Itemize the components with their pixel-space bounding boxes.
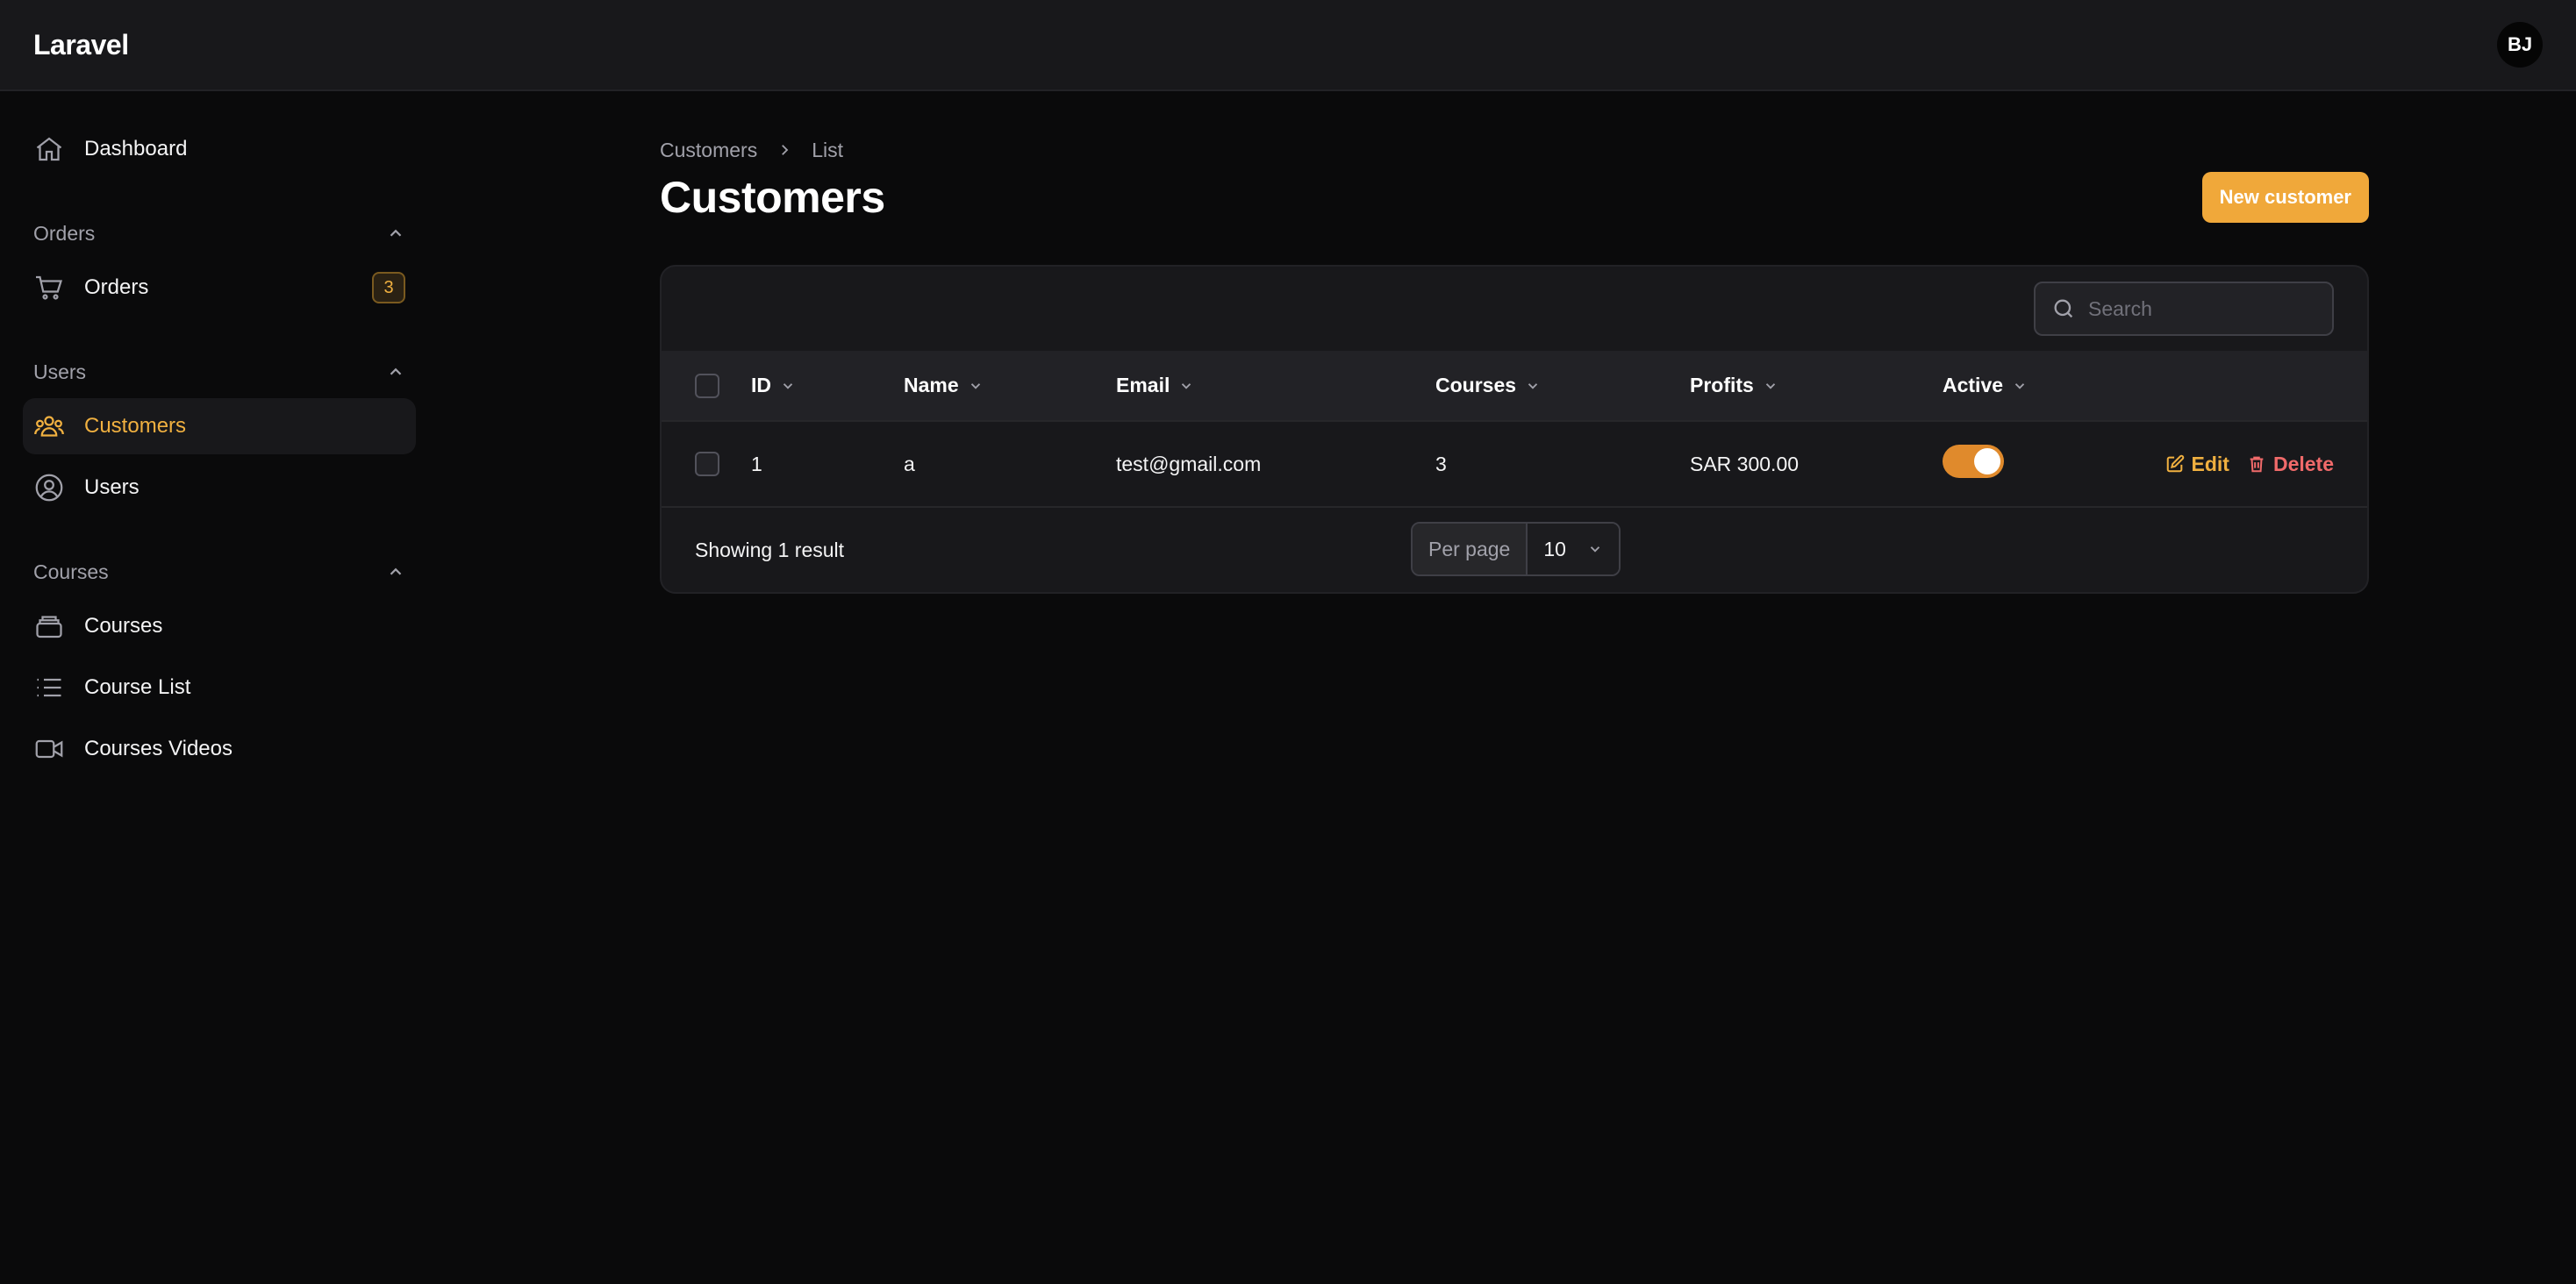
search-box[interactable] [2034,282,2334,336]
page-title: Customers [660,173,885,222]
chevron-right-icon [782,145,789,155]
active-toggle[interactable] [1943,445,2004,478]
table-row: 1 a test@gmail.com 3 SAR 300.00 Edit Del… [662,421,2367,507]
top-bar: Laravel BJ [0,0,2576,91]
sidebar: Dashboard Orders Orders 3 Users Customer… [0,93,439,1284]
sidebar-group-orders[interactable]: Orders [23,207,416,260]
cell-name: a [904,452,915,475]
chevron-up-icon [390,367,402,375]
cell-courses: 3 [1435,452,1447,475]
toggle-knob [1974,448,2000,474]
chevron-down-icon [2014,382,2025,389]
table-header-row: ID Name Email Courses Profits Active [662,351,2367,421]
chevron-down-icon [1182,382,1191,389]
column-header-label: Email [1116,374,1170,396]
list-icon [33,672,65,703]
video-icon [33,733,65,765]
customers-table: ID Name Email Courses Profits Active 1 a… [662,351,2367,508]
sidebar-item-dashboard[interactable]: Dashboard [23,121,416,177]
select-all-cell [662,351,751,421]
table-toolbar [662,267,2367,351]
per-page-value: 10 [1543,537,1566,560]
column-header-label: Active [1943,374,2004,396]
search-input[interactable] [2088,296,2308,321]
home-icon [33,133,65,165]
row-select-cell [662,421,751,507]
breadcrumb-current: List [812,138,843,161]
column-header-actions [2118,351,2367,421]
page-header: Customers New customer [660,172,2369,223]
sidebar-item-users[interactable]: Users [23,460,416,516]
sidebar-item-label: Courses [84,614,163,638]
chevron-down-icon [1765,382,1776,389]
chevron-up-icon [390,567,402,575]
sidebar-item-course-list[interactable]: Course List [23,660,416,716]
sidebar-item-label: Orders [84,275,149,299]
sidebar-item-label: Dashboard [84,137,188,160]
column-header-id[interactable]: ID [751,351,904,421]
column-header-label: Name [904,374,959,396]
cell-email: test@gmail.com [1116,452,1262,475]
breadcrumb-parent-link[interactable]: Customers [660,139,757,162]
users-group-icon [33,410,65,442]
sidebar-item-orders[interactable]: Orders 3 [23,260,416,316]
chevron-down-icon [970,382,980,389]
cart-icon [33,272,65,303]
edit-button[interactable]: Edit [2165,453,2229,476]
sidebar-group-courses[interactable]: Courses [23,546,416,598]
brand-logo[interactable]: Laravel [33,29,129,61]
orders-count-badge: 3 [372,272,405,303]
sidebar-item-label: Users [84,475,140,499]
results-count: Showing 1 result [695,538,845,561]
search-icon [2054,299,2073,318]
pencil-square-icon [2166,454,2184,473]
sidebar-group-label: Courses [33,560,109,583]
select-all-checkbox[interactable] [695,373,719,398]
column-header-label: Courses [1435,374,1517,396]
stack-icon [33,610,65,642]
table-footer: Showing 1 result Per page 10 [662,508,2367,592]
chevron-down-icon [1528,382,1538,389]
per-page-select[interactable]: Per page 10 [1411,522,1621,576]
chevron-up-icon [390,229,402,237]
column-header-label: ID [751,374,771,396]
sidebar-item-label: Course List [84,675,191,699]
trash-icon [2250,456,2264,473]
main-content: Customers List Customers New customer ID [660,93,2369,594]
cell-profits: SAR 300.00 [1690,452,1800,475]
column-header-profits[interactable]: Profits [1690,351,1943,421]
delete-button[interactable]: Delete [2247,453,2334,476]
column-header-name[interactable]: Name [904,351,1116,421]
chevron-down-icon [783,382,793,389]
sidebar-group-label: Orders [33,221,96,245]
user-circle-icon [33,472,65,503]
cell-id: 1 [751,452,762,475]
column-header-email[interactable]: Email [1116,351,1435,421]
per-page-label: Per page [1413,524,1528,574]
column-header-active[interactable]: Active [1943,351,2118,421]
sidebar-item-label: Courses Videos [84,737,233,760]
user-avatar[interactable]: BJ [2497,22,2543,68]
sidebar-group-label: Users [33,360,87,383]
per-page-value-dropdown[interactable]: 10 [1528,524,1619,574]
edit-label: Edit [2191,452,2229,475]
sidebar-item-label: Customers [84,414,187,438]
cell-active [1943,421,2118,507]
sidebar-item-customers[interactable]: Customers [23,398,416,454]
cell-actions: Edit Delete [2118,421,2367,507]
customers-table-card: ID Name Email Courses [660,265,2369,594]
sidebar-group-users[interactable]: Users [23,346,416,398]
row-checkbox[interactable] [695,452,719,477]
column-header-label: Profits [1690,374,1754,396]
delete-label: Delete [2272,452,2334,475]
sidebar-item-courses[interactable]: Courses [23,598,416,654]
sidebar-item-courses-videos[interactable]: Courses Videos [23,721,416,777]
column-header-courses[interactable]: Courses [1435,351,1690,421]
new-customer-button[interactable]: New customer [2201,172,2369,223]
chevron-down-icon [1590,546,1600,553]
breadcrumb: Customers List [660,137,2369,163]
